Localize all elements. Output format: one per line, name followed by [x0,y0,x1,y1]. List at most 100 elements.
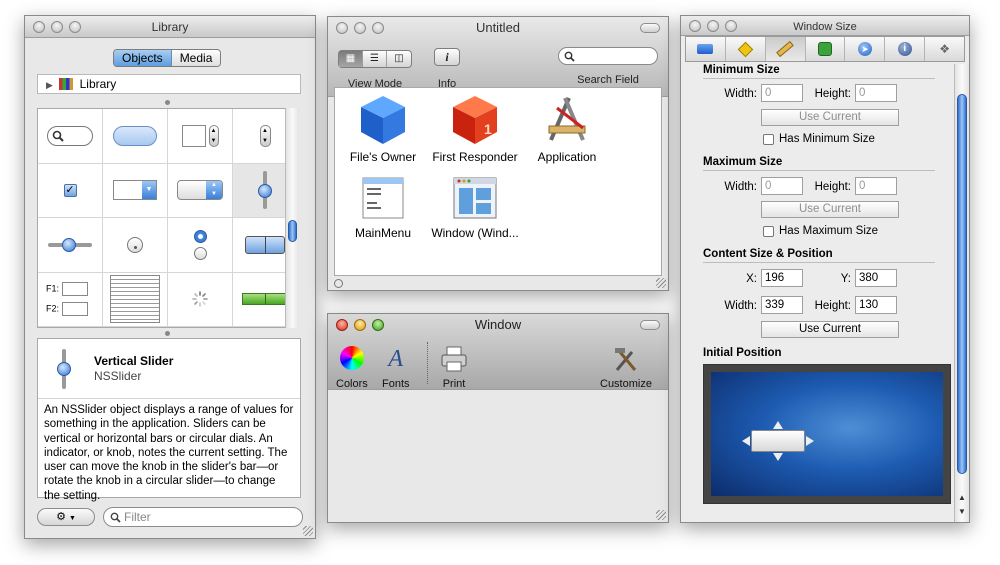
horizontal-slider-object[interactable] [38,218,103,273]
close-button[interactable] [689,20,701,32]
stepper-field-object[interactable]: ▲ ▼ [168,109,233,164]
resize-grip[interactable] [656,510,666,520]
tab-objects[interactable]: Objects [114,50,172,66]
resize-grip[interactable] [303,526,313,536]
close-button[interactable] [336,319,348,331]
content-width-field[interactable]: 339 [761,296,803,314]
scroll-thumb[interactable] [288,220,297,242]
print-label: Print [442,378,466,390]
combo-box-object[interactable]: ▼ [103,163,168,218]
popup-button-object[interactable]: ▲ ▼ [168,163,233,218]
minimize-button[interactable] [51,21,63,33]
resize-grip[interactable] [656,278,666,288]
disclosure-triangle-icon[interactable]: ▶ [46,80,53,90]
colors-toolbar-item[interactable]: Colors [336,346,368,395]
window-object[interactable]: Window (Wind... [427,176,523,240]
min-width-field[interactable]: 0 [761,84,803,102]
content-use-current-button[interactable]: Use Current [761,321,899,338]
window-position-handle[interactable] [751,430,805,452]
tab-applescript[interactable]: ❖ [925,37,964,61]
splitter-handle-2[interactable] [165,331,170,336]
text-view-object[interactable] [103,272,168,327]
files-owner-object[interactable]: File's Owner [335,94,431,164]
library-window: Library Objects Media ▶ Library ▲ ▼ ▲ ▼ ✓ [24,15,316,539]
print-toolbar-item[interactable]: Print [440,346,468,395]
has-maximum-size-checkbox[interactable]: Has Maximum Size [763,225,878,237]
zoom-button[interactable] [725,20,737,32]
toolbar-toggle-button[interactable] [640,23,660,33]
scroll-down-arrow-icon[interactable]: ▼ [958,507,966,516]
content-width-label: Width: [724,300,757,312]
info-icon: i [445,50,449,64]
tab-connections[interactable] [806,37,846,61]
tab-media[interactable]: Media [171,50,221,66]
scroll-up-arrow-icon[interactable]: ▲ [958,493,966,502]
action-menu-button[interactable]: ⚙ ▼ [37,508,95,526]
arrow-up-icon[interactable] [773,421,783,429]
main-menu-object[interactable]: MainMenu [335,176,431,240]
magnifier-icon [110,512,121,523]
min-height-label: Height: [814,88,851,100]
object-grid-scrollbar[interactable] [285,108,299,328]
has-minimum-size-checkbox[interactable]: Has Minimum Size [763,133,875,145]
splitter-handle[interactable] [165,100,170,105]
spinner-icon [192,291,208,308]
first-responder-object[interactable]: 1 First Responder [427,94,523,164]
library-tree-item[interactable]: Library [80,77,117,91]
customize-label: Customize [600,378,652,390]
minimize-button[interactable] [354,22,366,34]
radio-group-object[interactable] [168,218,233,273]
circular-slider-object[interactable] [103,218,168,273]
search-field-object[interactable] [38,109,103,164]
max-width-field[interactable]: 0 [761,177,803,195]
arrow-right-icon[interactable] [806,436,814,446]
list-view-icon[interactable]: ☰ [363,51,387,67]
x-field[interactable]: 196 [761,269,803,287]
font-a-icon: A [388,346,404,372]
scroll-thumb[interactable] [957,94,967,474]
token-field-object[interactable] [103,109,168,164]
tab-identity[interactable]: i [885,37,926,61]
untitled-titlebar: Untitled ▦ ☰ ◫ View Mode i Info Search F… [328,17,668,97]
form-object[interactable]: F1: F2: [38,272,103,327]
min-use-current-button[interactable]: Use Current [761,109,899,126]
tab-attributes[interactable] [686,37,726,61]
color-wheel-icon [339,346,364,370]
info-button[interactable]: i [434,48,460,66]
application-object[interactable]: Application [519,94,615,164]
design-window-content[interactable] [328,390,668,522]
arrow-down-icon[interactable] [773,453,783,461]
window-controls [336,22,384,34]
tab-bindings[interactable]: ➤ [845,37,886,61]
max-use-current-button[interactable]: Use Current [761,201,899,218]
minimize-button[interactable] [707,20,719,32]
zoom-button[interactable] [69,21,81,33]
content-height-field[interactable]: 130 [855,296,897,314]
tab-effects[interactable] [726,37,766,61]
form-label-f2: F2: [46,303,60,314]
arrow-left-icon[interactable] [742,436,750,446]
close-button[interactable] [336,22,348,34]
content-height-label: Height: [814,300,851,312]
zoom-button[interactable] [372,319,384,331]
toolbar-toggle-button[interactable] [640,320,660,330]
y-label: Y: [840,273,851,285]
column-view-icon[interactable]: ◫ [387,51,411,67]
inspector-scrollbar[interactable]: ▲ ▼ [954,64,969,522]
customize-toolbar-item[interactable]: Customize [600,346,652,395]
progress-indicator-object[interactable] [168,272,233,327]
design-window-titlebar: Window Colors A Fonts Print Customize [328,314,668,390]
y-field[interactable]: 380 [855,269,897,287]
icon-view-icon[interactable]: ▦ [339,51,363,67]
minimize-button[interactable] [354,319,366,331]
tab-size[interactable] [765,37,806,61]
filter-field[interactable]: Filter [103,507,303,527]
max-height-field[interactable]: 0 [855,177,897,195]
zoom-button[interactable] [372,22,384,34]
library-title: Library [151,20,189,34]
toolbar-search-input[interactable] [558,47,658,65]
close-button[interactable] [33,21,45,33]
min-height-field[interactable]: 0 [855,84,897,102]
fonts-toolbar-item[interactable]: A Fonts [382,346,410,395]
checkbox-object[interactable]: ✓ [38,163,103,218]
